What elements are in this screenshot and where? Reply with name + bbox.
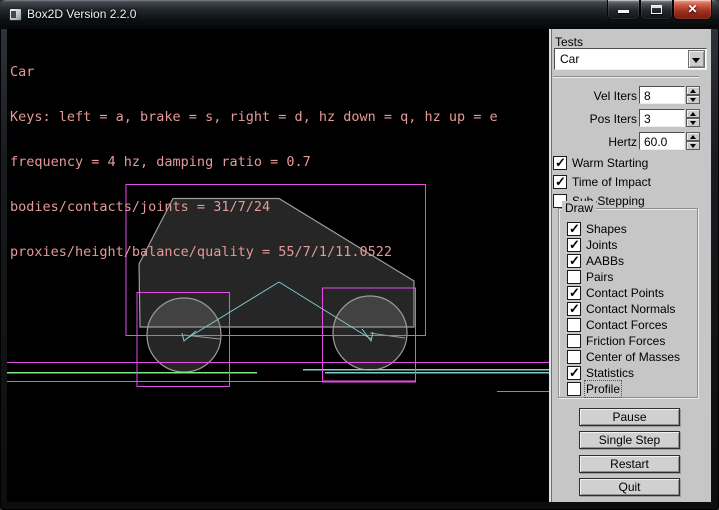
vel-iters-spinner (686, 86, 700, 104)
minimize-icon (618, 10, 629, 13)
hertz-field[interactable]: 60.0 (639, 132, 685, 150)
minimize-button[interactable] (607, 0, 640, 20)
checkbox-box[interactable] (567, 222, 581, 236)
checkbox-box[interactable] (567, 270, 581, 284)
checkbox-box[interactable] (553, 175, 567, 189)
checkbox-box[interactable] (553, 156, 567, 170)
checkbox-box[interactable] (567, 302, 581, 316)
single-step-button[interactable]: Single Step (579, 431, 680, 449)
pos-iters-field[interactable]: 3 (639, 109, 685, 127)
chevron-down-icon (692, 58, 700, 63)
checkbox-label: Friction Forces (586, 334, 665, 348)
titlebar[interactable]: Box2D Version 2.2.0 ✕ (0, 0, 719, 29)
vel-iters-label: Vel Iters (551, 89, 637, 103)
checkbox-label: AABBs (586, 254, 624, 268)
window-title: Box2D Version 2.2.0 (27, 0, 136, 29)
close-icon: ✕ (674, 0, 711, 19)
checkbox-label: Time of Impact (572, 175, 651, 189)
tests-label: Tests (555, 35, 583, 49)
arrow-down-icon (690, 98, 696, 102)
checkbox-box[interactable] (567, 350, 581, 364)
hertz-spinner (686, 132, 700, 150)
spinner-up-button[interactable] (686, 109, 700, 118)
hud-line-stats: bodies/contacts/joints = 31/7/24 (10, 200, 498, 215)
quit-button[interactable]: Quit (579, 478, 680, 496)
checkbox-label: Contact Normals (586, 302, 675, 316)
pause-button[interactable]: Pause (579, 408, 680, 426)
dropdown-arrow-button[interactable] (688, 50, 705, 68)
maximize-button[interactable] (640, 0, 673, 20)
hertz-label: Hertz (551, 135, 637, 149)
checkbox-box[interactable] (567, 238, 581, 252)
checkbox-label: Contact Forces (586, 318, 667, 332)
spinner-up-button[interactable] (686, 132, 700, 141)
checkbox-box[interactable] (567, 366, 581, 380)
spinner-down-button[interactable] (686, 118, 700, 127)
maximize-icon (651, 5, 662, 14)
checkbox-box[interactable] (567, 318, 581, 332)
arrow-up-icon (690, 112, 696, 116)
vel-iters-field[interactable]: 8 (639, 86, 685, 104)
checkbox-label: Center of Masses (586, 350, 680, 364)
checkbox-label: Contact Points (586, 286, 664, 300)
checkbox-label: Pairs (586, 270, 613, 284)
separator (553, 76, 699, 78)
dropdown-value: Car (560, 52, 579, 66)
draw-groupbox-title: Draw (562, 201, 596, 215)
pos-iters-label: Pos Iters (551, 112, 637, 126)
pos-iters-spinner (686, 109, 700, 127)
hud-line-title: Car (10, 65, 498, 80)
arrow-up-icon (690, 135, 696, 139)
checkbox-label: Profile (586, 382, 620, 396)
checkbox-label: Warm Starting (572, 156, 648, 170)
close-button[interactable]: ✕ (673, 0, 712, 20)
hud-line-quality: proxies/height/balance/quality = 55/7/1/… (10, 245, 498, 260)
hud-line-frequency: frequency = 4 hz, damping ratio = 0.7 (10, 155, 498, 170)
app-icon (9, 8, 22, 21)
checkbox-label: Statistics (586, 366, 634, 380)
pos-iters-value: 3 (644, 112, 651, 126)
app-window: Box2D Version 2.2.0 ✕ (0, 0, 719, 510)
arrow-down-icon (690, 121, 696, 125)
checkbox-box[interactable] (567, 382, 581, 396)
hertz-value: 60.0 (644, 135, 667, 149)
spinner-down-button[interactable] (686, 95, 700, 104)
hud-line-keys: Keys: left = a, brake = s, right = d, hz… (10, 110, 498, 125)
vel-iters-value: 8 (644, 89, 651, 103)
checkbox-box[interactable] (567, 334, 581, 348)
arrow-up-icon (690, 89, 696, 93)
side-panel: Tests Car Vel Iters 8 Pos Iters 3 Hertz (549, 29, 711, 502)
spinner-down-button[interactable] (686, 141, 700, 150)
tests-dropdown[interactable]: Car (554, 48, 707, 70)
checkbox-label: Shapes (586, 222, 627, 236)
spinner-up-button[interactable] (686, 86, 700, 95)
hud-text: Car Keys: left = a, brake = s, right = d… (10, 35, 498, 290)
gl-canvas[interactable]: Car Keys: left = a, brake = s, right = d… (7, 29, 549, 502)
checkbox-box[interactable] (567, 286, 581, 300)
restart-button[interactable]: Restart (579, 455, 680, 473)
arrow-down-icon (690, 144, 696, 148)
checkbox-box[interactable] (567, 254, 581, 268)
checkbox-label: Joints (586, 238, 617, 252)
